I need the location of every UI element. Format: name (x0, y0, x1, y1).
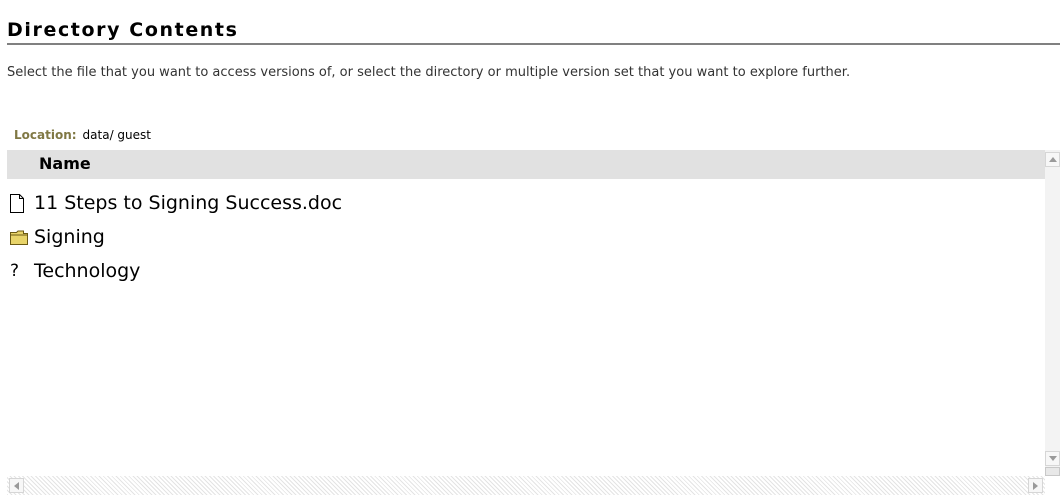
arrow-left-icon[interactable] (9, 478, 24, 493)
list-item-label[interactable]: Technology (34, 259, 140, 283)
arrow-down-icon[interactable] (1045, 451, 1060, 466)
unknown-icon: ? (10, 261, 20, 281)
location-path: data/ guest (82, 128, 151, 142)
vertical-scrollbar[interactable] (1045, 150, 1060, 476)
location-label: Location: (14, 128, 77, 142)
title-divider (7, 43, 1060, 45)
document-icon (10, 192, 34, 214)
folder-icon (10, 226, 34, 248)
page-title: Directory Contents (7, 19, 239, 41)
list-item-label[interactable]: Signing (34, 225, 105, 249)
list-item-directory[interactable]: Signing (7, 220, 1045, 254)
page-description: Select the file that you want to access … (7, 65, 851, 80)
scrollbar-corner (1045, 476, 1060, 495)
scrollbar-thumb[interactable] (1045, 467, 1060, 476)
list-item-label[interactable]: 11 Steps to Signing Success.doc (34, 191, 342, 215)
horizontal-scrollbar[interactable] (7, 476, 1045, 495)
arrow-up-icon[interactable] (1045, 152, 1060, 167)
column-header-row: Name (7, 150, 1045, 179)
list-item-file[interactable]: 11 Steps to Signing Success.doc (7, 186, 1045, 220)
arrow-right-icon[interactable] (1028, 478, 1043, 493)
location-breadcrumb: Location: data/ guest (14, 124, 151, 146)
directory-browser: Name 11 Steps to Signing Success.doc Sig… (7, 150, 1060, 495)
column-header-name[interactable]: Name (39, 153, 91, 175)
list-item-unknown[interactable]: ? Technology (7, 254, 1045, 288)
directory-list: 11 Steps to Signing Success.doc Signing … (7, 186, 1045, 288)
